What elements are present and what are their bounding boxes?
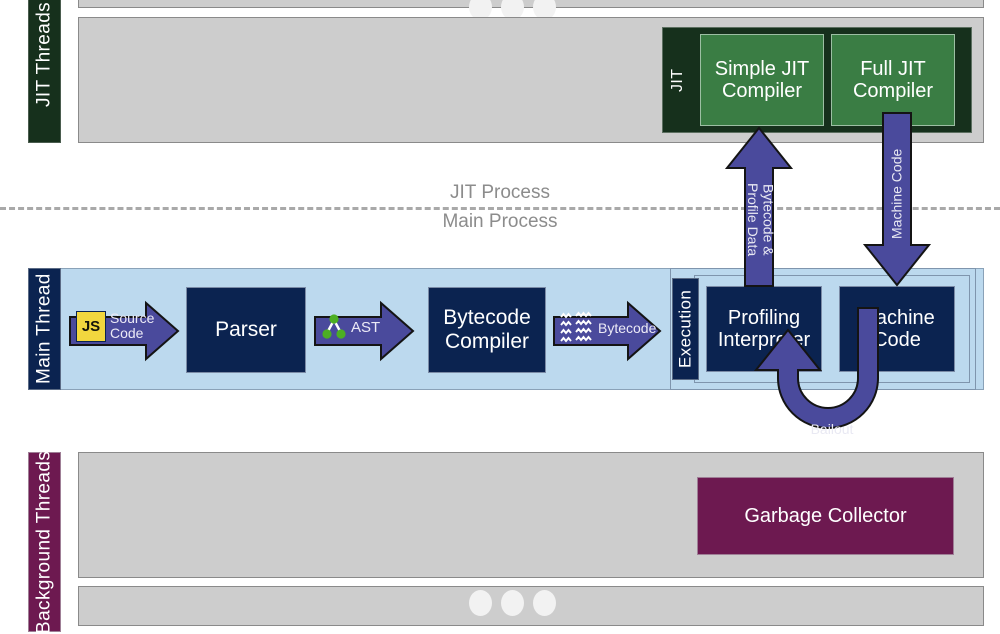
main-process-label: Main Process (442, 211, 558, 232)
swimlane-label-main-thread: Main Thread (28, 268, 61, 390)
ast-arrow-label: AST (351, 319, 381, 336)
bytecode-icon (560, 311, 594, 344)
background-threads-ellipsis (469, 590, 556, 616)
bytecode-compiler-box[interactable]: Bytecode Compiler (428, 287, 546, 373)
parser-box[interactable]: Parser (186, 287, 306, 373)
bailout-arrow (748, 307, 908, 448)
execution-group-label: Execution (672, 278, 699, 380)
cross-arrow-bytecode-profile-data (724, 126, 794, 287)
bytecode-arrow-label: Bytecode (598, 320, 657, 336)
jit-process-label: JIT Process (450, 182, 550, 203)
ast-tree-icon (322, 313, 346, 341)
js-logo-icon: JS (76, 311, 106, 342)
cross-arrow-machine-code (862, 112, 932, 287)
jit-group-label: JIT (669, 68, 686, 92)
process-divider-line (0, 207, 1000, 210)
simple-jit-compiler-box[interactable]: Simple JIT Compiler (700, 34, 824, 126)
swimlane-label-background-threads: Background Threads (28, 450, 61, 634)
swimlane-label-jit-threads: JIT Threads (28, 0, 61, 143)
diagram-canvas: JIT Threads JIT Simple JIT Compiler Full… (0, 0, 1000, 634)
garbage-collector-box[interactable]: Garbage Collector (697, 477, 954, 555)
source-code-arrow-label: Source Code (110, 310, 155, 342)
